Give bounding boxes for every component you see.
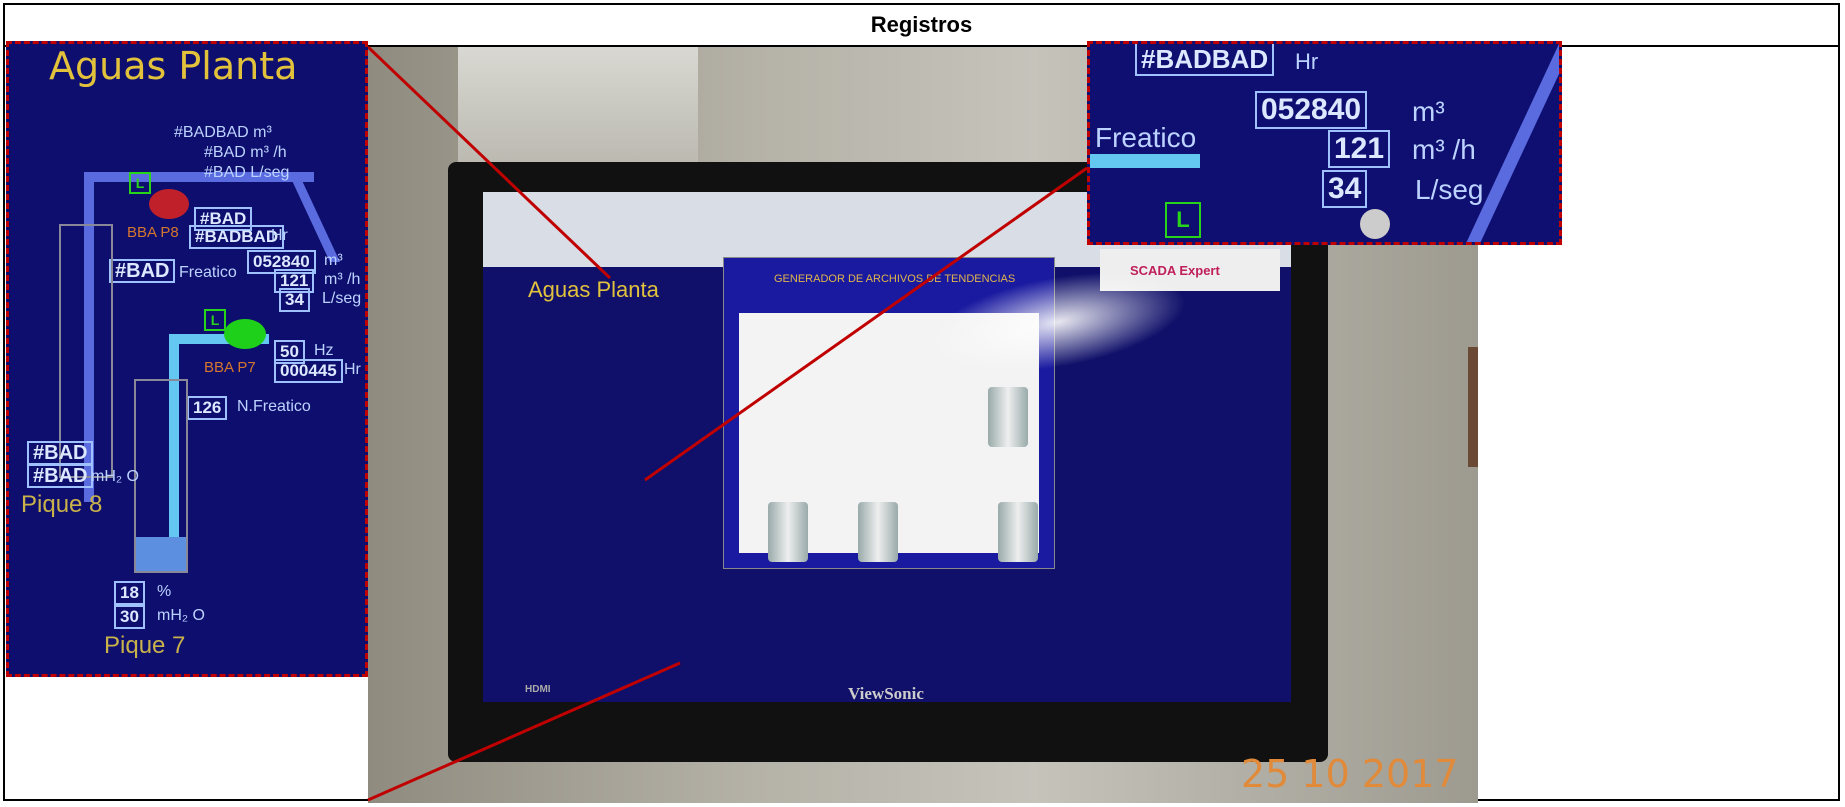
p8-level-a: #BAD bbox=[27, 441, 94, 465]
pique7-tank bbox=[134, 379, 188, 573]
reading-flow: #BAD m³ /h bbox=[204, 144, 287, 161]
l-badge: L bbox=[1165, 202, 1201, 238]
freatico-label: Freatico bbox=[179, 264, 237, 281]
pique8-tank bbox=[59, 224, 113, 478]
flow-value: 121 bbox=[1328, 130, 1391, 168]
p7-percent: 18 bbox=[114, 581, 145, 605]
p8-hours-unit: Hr bbox=[271, 227, 288, 244]
pique7-level-fill bbox=[136, 536, 186, 571]
pique7-label: Pique 7 bbox=[104, 632, 186, 659]
nf-value: 126 bbox=[187, 396, 228, 420]
rate-unit: L/seg bbox=[1415, 174, 1484, 205]
volume-unit: m³ bbox=[1412, 96, 1445, 127]
zoom-inset-right: #BADBAD Hr 052840 m³ Freatico 121 m³ /h … bbox=[1087, 41, 1562, 245]
p8-level-b: #BAD bbox=[27, 464, 94, 488]
top-readout: #BADBAD bbox=[1135, 44, 1275, 76]
pump-p7-icon bbox=[224, 319, 266, 349]
freatico-label: Freatico bbox=[1095, 122, 1197, 153]
p7-hours-unit: Hr bbox=[344, 361, 361, 378]
mh2o-unit: mH₂ O bbox=[157, 607, 205, 624]
rate-value: 34 bbox=[1322, 170, 1368, 208]
callout-line bbox=[644, 166, 1088, 482]
p7-hours: 000445 bbox=[274, 359, 343, 383]
nf-label: N.Freatico bbox=[237, 398, 311, 415]
callout-line bbox=[367, 661, 681, 802]
zoom-inset-left: Aguas Planta #BADBAD m³ #BAD m³ /h #BAD … bbox=[6, 41, 368, 677]
pipe bbox=[1090, 154, 1200, 168]
freatico-code: #BAD bbox=[109, 259, 176, 283]
pipe bbox=[288, 172, 340, 262]
pique8-label: Pique 8 bbox=[21, 491, 103, 518]
p7-mh2o: 30 bbox=[114, 605, 145, 629]
pipe bbox=[1461, 44, 1559, 242]
p8-hours: #BADBAD bbox=[189, 225, 285, 249]
flow-unit: m³ /h bbox=[324, 271, 361, 288]
volume-value: 052840 bbox=[1255, 91, 1368, 129]
l-badge: L bbox=[204, 309, 226, 331]
reading-volume: #BADBAD m³ bbox=[174, 124, 272, 141]
callout-line bbox=[366, 45, 612, 280]
rate-unit: L/seg bbox=[322, 290, 362, 307]
reading-rate: #BAD L/seg bbox=[204, 164, 290, 181]
pump-p7-label: BBA P7 bbox=[204, 359, 256, 376]
hz-unit: Hz bbox=[314, 342, 334, 359]
percent-unit: % bbox=[157, 583, 172, 600]
valve-icon bbox=[1360, 209, 1390, 239]
volume-unit: m³ bbox=[324, 252, 343, 269]
l-badge: L bbox=[129, 172, 151, 194]
rate-value: 34 bbox=[279, 288, 310, 312]
pump-p8-icon bbox=[149, 189, 189, 219]
top-unit: Hr bbox=[1295, 49, 1319, 74]
inset-title: Aguas Planta bbox=[49, 44, 298, 88]
flow-unit: m³ /h bbox=[1412, 134, 1476, 165]
p8-level-b-unit: mH₂ O bbox=[91, 468, 139, 485]
pump-p8-label: BBA P8 bbox=[127, 224, 179, 241]
